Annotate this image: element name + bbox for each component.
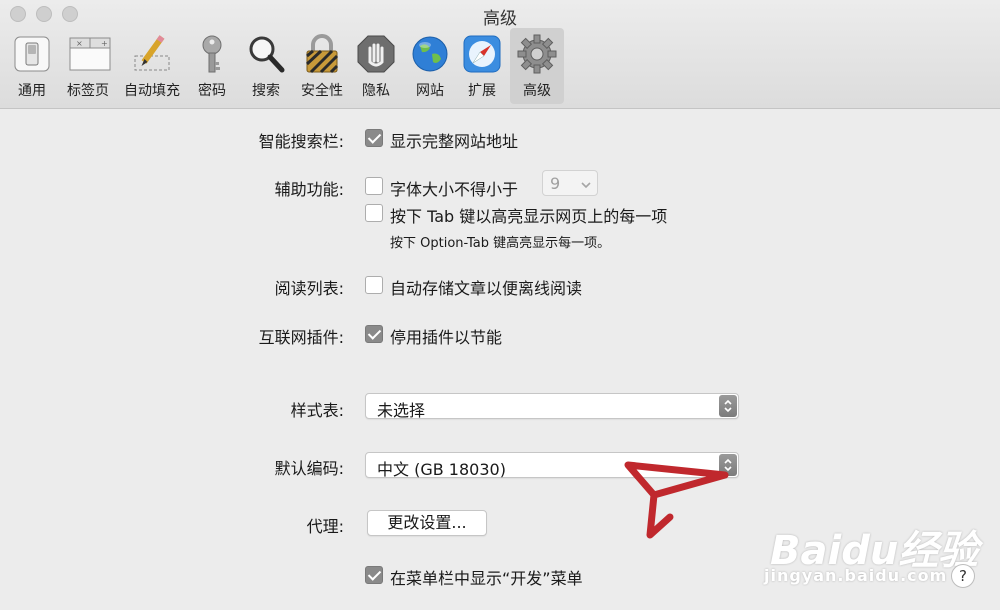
show-develop-menu-checkbox[interactable] — [365, 566, 383, 584]
stylesheet-select[interactable]: 未选择 — [365, 393, 739, 420]
tab-advanced-label: 高级 — [523, 83, 551, 99]
show-full-address-checkbox[interactable] — [365, 129, 383, 147]
tab-security[interactable]: 安全性 — [296, 28, 348, 104]
tab-passwords[interactable]: 密码 — [188, 28, 236, 104]
stop-plugins-checkbox[interactable] — [365, 325, 383, 343]
globe-icon — [410, 34, 450, 74]
tab-general[interactable]: 通用 — [8, 28, 56, 104]
tabs-icon: × + — [68, 34, 111, 74]
min-font-size-option: 字体大小不得小于 — [390, 180, 519, 199]
pencil-form-icon — [132, 34, 172, 74]
show-full-address-option: 显示完整网站地址 — [390, 132, 519, 151]
min-font-size-checkbox[interactable] — [365, 177, 383, 195]
tab-search[interactable]: 搜索 — [242, 28, 290, 104]
option-tab-note: 按下 Option-Tab 键高亮显示每一项。 — [390, 236, 611, 251]
tab-tabs[interactable]: × + 标签页 — [60, 28, 116, 104]
internet-plugins-label: 互联网插件: — [258, 328, 344, 347]
key-icon — [192, 34, 232, 74]
general-switch-icon — [12, 34, 52, 74]
default-encoding-value: 中文 (GB 18030) — [377, 460, 506, 479]
magnifier-icon — [246, 34, 286, 74]
change-proxy-settings-button[interactable]: 更改设置... — [367, 510, 487, 536]
tab-tabs-label: 标签页 — [67, 83, 109, 99]
chevron-down-icon — [580, 176, 592, 195]
smart-search-label: 智能搜索栏: — [258, 132, 344, 151]
tab-websites[interactable]: 网站 — [406, 28, 454, 104]
stop-plugins-option: 停用插件以节能 — [390, 328, 503, 347]
stylesheet-label: 样式表: — [290, 401, 344, 420]
tab-privacy-label: 隐私 — [362, 83, 390, 99]
accessibility-label: 辅助功能: — [274, 180, 344, 199]
window-toolbar: 高级 通用 × + 标签页 自动填充 密码 搜索 安全性 隐私 网站 扩展 高级 — [0, 0, 1000, 109]
window-title: 高级 — [483, 9, 517, 29]
hand-stop-icon — [356, 34, 396, 74]
tab-highlight-checkbox[interactable] — [365, 204, 383, 222]
tab-extensions-label: 扩展 — [468, 83, 496, 99]
offline-reading-option: 自动存储文章以便离线阅读 — [390, 279, 583, 298]
show-develop-menu-option: 在菜单栏中显示“开发”菜单 — [390, 569, 583, 588]
tab-privacy[interactable]: 隐私 — [352, 28, 400, 104]
min-font-size-select[interactable]: 9 — [542, 170, 598, 196]
gear-icon — [517, 34, 557, 74]
tab-search-label: 搜索 — [252, 83, 280, 99]
tab-general-label: 通用 — [18, 83, 46, 99]
help-button[interactable]: ? — [951, 564, 975, 588]
offline-reading-checkbox[interactable] — [365, 276, 383, 294]
watermark-url: jingyan.baidu.com — [764, 566, 948, 585]
proxy-label: 代理: — [306, 517, 344, 536]
min-font-size-value: 9 — [550, 174, 561, 193]
reading-list-label: 阅读列表: — [274, 279, 344, 298]
default-encoding-label: 默认编码: — [274, 459, 344, 478]
tab-autofill-label: 自动填充 — [124, 83, 180, 99]
tab-websites-label: 网站 — [416, 83, 444, 99]
tab-advanced[interactable]: 高级 — [510, 28, 564, 104]
up-down-arrows-icon — [719, 395, 737, 417]
svg-text:+: + — [101, 39, 108, 48]
tab-security-label: 安全性 — [301, 83, 343, 99]
svg-text:×: × — [76, 39, 83, 48]
tab-passwords-label: 密码 — [198, 83, 226, 99]
tab-highlight-option: 按下 Tab 键以高亮显示网页上的每一项 — [390, 207, 668, 226]
red-annotation-arrow-icon — [624, 461, 729, 539]
tab-extensions[interactable]: 扩展 — [458, 28, 506, 104]
padlock-icon — [302, 34, 342, 74]
stylesheet-value: 未选择 — [377, 401, 426, 420]
tab-autofill[interactable]: 自动填充 — [118, 28, 186, 104]
compass-icon — [462, 34, 502, 74]
